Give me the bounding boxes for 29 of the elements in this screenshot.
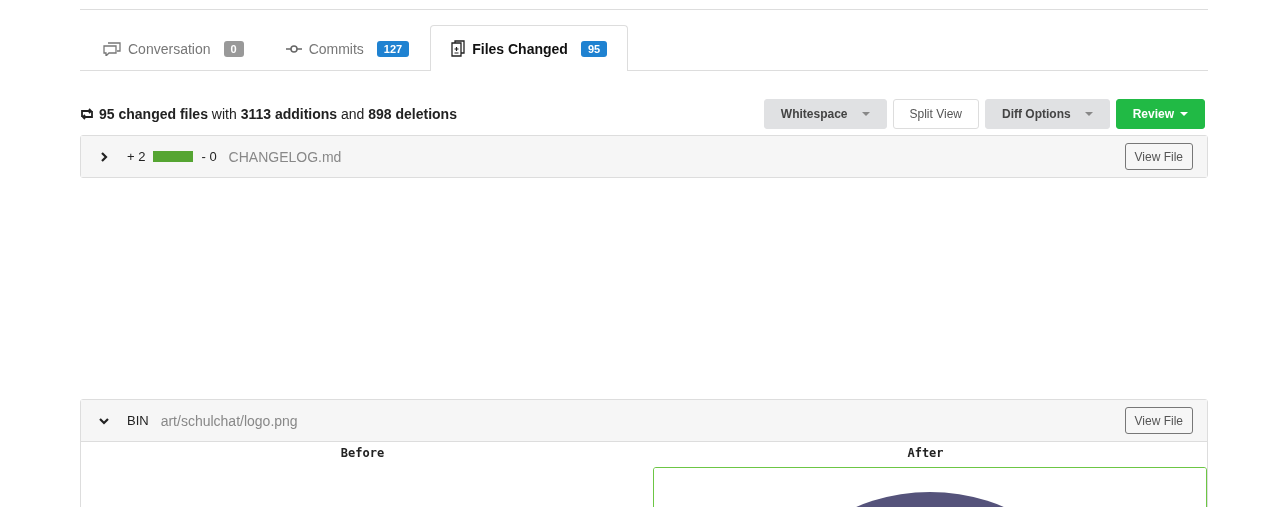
deletions-count: - 0 [201,149,217,164]
commit-icon [285,43,302,54]
chevron-icon[interactable] [99,151,109,162]
tab[interactable]: Conversation 0 [82,25,265,71]
dropdown-button[interactable]: Diff Options [985,99,1110,129]
speech-bubbles-icon [103,41,121,56]
changes-summary: 95 changed files with 3113 additions and 898 deletions [99,106,457,122]
caret-icon [861,112,870,116]
file-type-label: BIN [127,413,149,428]
tab[interactable]: Commits 127 [264,25,431,71]
after-label: After [907,446,944,462]
dropdown-button[interactable]: Whitespace [763,99,887,129]
toggle-button[interactable]: Split View [892,99,979,129]
caret-icon [1084,112,1093,116]
additions-count: + 2 [127,149,146,164]
file-name: CHANGELOG.md [228,148,343,165]
sync-arrows-icon [80,108,94,120]
caret-icon [1180,112,1188,116]
file-diff-icon [451,40,466,57]
diff-stat-bar [153,151,194,162]
file-name: art/schulchat/logo.png [160,412,299,429]
count-badge: 95 [580,40,608,57]
view-file-button[interactable]: View File [1124,407,1193,434]
before-label: Before [340,446,385,462]
chevron-icon[interactable] [99,415,109,426]
count-badge: 127 [376,40,410,57]
view-file-button[interactable]: View File [1124,143,1193,170]
count-badge: 0 [223,40,244,57]
tab[interactable]: Files Changed 95 [430,25,629,71]
